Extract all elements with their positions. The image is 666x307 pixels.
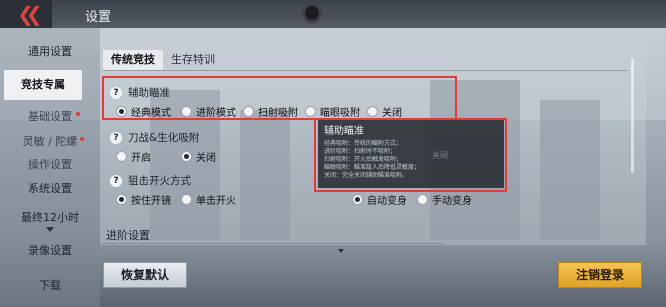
scrollbar[interactable] (631, 58, 634, 173)
highlight-box-aim-assist (102, 76, 457, 120)
option-label: 手动变身 (432, 196, 472, 207)
notification-dot (76, 112, 80, 116)
back-button[interactable]: ❮❮ (0, 0, 52, 28)
expand-arrow-icon[interactable] (338, 249, 344, 253)
radio-icon (181, 194, 192, 205)
option-label: 按住开镜 (131, 196, 171, 207)
sidebar-item-label: 灵敏 / 陀螺 (22, 135, 78, 148)
scope-option-tap[interactable]: 单击开火 (181, 192, 236, 207)
option-label: 自动变身 (367, 196, 407, 207)
sidebar-item-label: 系统设置 (28, 182, 72, 195)
radio-selected-icon (352, 194, 363, 205)
sidebar: 通用设置 竞技专属 基础设置 灵敏 / 陀螺 操作设置 系统设置 最终12小时 … (0, 28, 100, 307)
sidebar-item-label: 竞技专属 (21, 78, 65, 91)
sidebar-item-label: 操作设置 (28, 158, 72, 171)
sidebar-item-label: 基础设置 (28, 110, 72, 123)
transform-option-auto[interactable]: 自动变身 (352, 192, 407, 207)
melee-label: ? 刀战&生化吸附 (110, 130, 199, 145)
back-chevron-icon: ❮❮ (17, 2, 42, 26)
tab-classic[interactable]: 传统竞技 (103, 50, 163, 70)
advanced-divider (103, 243, 443, 244)
radio-selected-icon (116, 194, 127, 205)
tab-survival-training[interactable]: 生存特训 (171, 50, 241, 70)
sidebar-item-final-12h[interactable]: 最终12小时 (0, 211, 100, 232)
transform-option-manual[interactable]: 手动变身 (417, 192, 472, 207)
sidebar-item-controls[interactable]: 操作设置 (0, 158, 100, 172)
sidebar-item-label: 通用设置 (28, 45, 72, 58)
melee-title: 刀战&生化吸附 (128, 132, 200, 144)
option-label: 关闭 (196, 153, 216, 164)
option-label: 开启 (131, 153, 151, 164)
notification-dot (80, 137, 84, 141)
highlight-box-tooltip (314, 118, 507, 192)
sidebar-item-label: 录像设置 (28, 244, 72, 257)
sidebar-item-recording[interactable]: 录像设置 (0, 244, 100, 258)
help-icon[interactable]: ? (110, 131, 122, 144)
sidebar-item-general[interactable]: 通用设置 (0, 45, 100, 59)
sidebar-item-sensitivity[interactable]: 灵敏 / 陀螺 (0, 135, 100, 149)
sidebar-item-system[interactable]: 系统设置 (0, 182, 100, 196)
scope-title: 狙击开火方式 (128, 175, 191, 187)
sidebar-item-competitive[interactable]: 竞技专属 (4, 70, 82, 100)
melee-option-off[interactable]: 关闭 (181, 149, 216, 164)
advanced-settings-header[interactable]: 进阶设置 (106, 227, 150, 243)
page-title: 设置 (85, 10, 112, 25)
camera-notch-icon (302, 3, 322, 23)
reset-default-button[interactable]: 恢复默认 (103, 262, 187, 288)
tab-divider (103, 70, 628, 71)
scope-option-hold[interactable]: 按住开镜 (116, 192, 171, 207)
radio-selected-icon (181, 151, 192, 162)
top-bar: ❮❮ 设置 (0, 0, 666, 28)
sidebar-item-label: 最终12小时 (21, 211, 79, 224)
sidebar-item-basic[interactable]: 基础设置 (0, 110, 100, 124)
radio-icon (116, 151, 127, 162)
option-label: 单击开火 (196, 196, 236, 207)
sidebar-item-label: 下载 (39, 279, 61, 292)
sidebar-item-download[interactable]: 下载 (0, 279, 100, 293)
radio-icon (417, 194, 428, 205)
logout-button[interactable]: 注销登录 (558, 262, 642, 288)
melee-option-on[interactable]: 开启 (116, 149, 151, 164)
expand-arrow-icon (46, 227, 54, 232)
scope-label: ? 狙击开火方式 (110, 173, 191, 188)
advanced-settings-label: 进阶设置 (106, 229, 150, 242)
help-icon[interactable]: ? (110, 174, 122, 187)
